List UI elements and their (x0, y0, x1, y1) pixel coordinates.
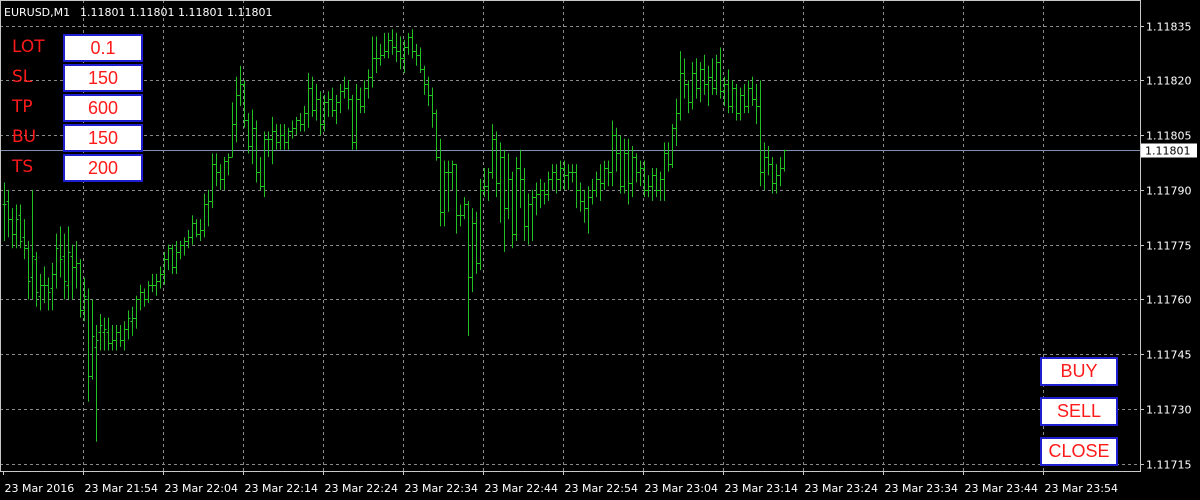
price-chart[interactable]: 1.11835 1.11820 1.11805 1.11790 1.11775 1.117… (0, 0, 1200, 500)
lot-input[interactable]: 0.1 (63, 34, 143, 62)
bu-input[interactable]: 150 (63, 124, 143, 152)
price-tick-label: 1.11805 (1146, 130, 1192, 143)
price-tick-label: 1.11730 (1146, 404, 1192, 417)
tp-label: TP (12, 97, 33, 117)
price-tick-label: 1.11790 (1146, 185, 1192, 198)
lot-label: LOT (12, 37, 45, 57)
time-tick-label: 23 Mar 23:14 (725, 482, 798, 495)
sl-label: SL (12, 67, 33, 87)
time-tick-label: 23 Mar 22:34 (405, 482, 478, 495)
tp-input[interactable]: 600 (63, 94, 143, 122)
price-tick-label: 1.11760 (1146, 294, 1192, 307)
time-tick-label: 23 Mar 23:24 (805, 482, 878, 495)
close-button[interactable]: CLOSE (1040, 437, 1118, 466)
time-tick-label: 23 Mar 22:14 (245, 482, 318, 495)
time-tick-label: 23 Mar 23:34 (885, 482, 958, 495)
price-tick-label: 1.11820 (1146, 75, 1192, 88)
time-tick-label: 23 Mar 23:04 (645, 482, 718, 495)
ohlc-values: 1.11801 1.11801 1.11801 1.11801 (80, 6, 272, 19)
time-tick-label: 23 Mar 22:54 (565, 482, 638, 495)
time-tick-label: 23 Mar 22:44 (485, 482, 558, 495)
sl-input[interactable]: 150 (63, 64, 143, 92)
sell-button[interactable]: SELL (1040, 397, 1118, 426)
symbol-label: EURUSD,M1 (4, 6, 70, 19)
time-tick-label: 23 Mar 23:44 (965, 482, 1038, 495)
price-tick-label: 1.11835 (1146, 21, 1192, 34)
current-price-label: 1.11801 (1145, 145, 1191, 158)
price-tick-label: 1.11745 (1146, 349, 1192, 362)
time-tick-label: 23 Mar 22:04 (165, 482, 238, 495)
time-tick-label: 23 Mar 22:24 (325, 482, 398, 495)
buy-button[interactable]: BUY (1040, 357, 1118, 386)
time-tick-label: 23 Mar 23:54 (1045, 482, 1118, 495)
price-tick-label: 1.11715 (1146, 459, 1192, 472)
ts-input[interactable]: 200 (63, 154, 143, 182)
bu-label: BU (12, 127, 37, 147)
price-tick-label: 1.11775 (1146, 240, 1192, 253)
time-tick-label: 23 Mar 2016 (5, 482, 75, 495)
ts-label: TS (12, 157, 34, 177)
time-tick-label: 23 Mar 21:54 (85, 482, 158, 495)
